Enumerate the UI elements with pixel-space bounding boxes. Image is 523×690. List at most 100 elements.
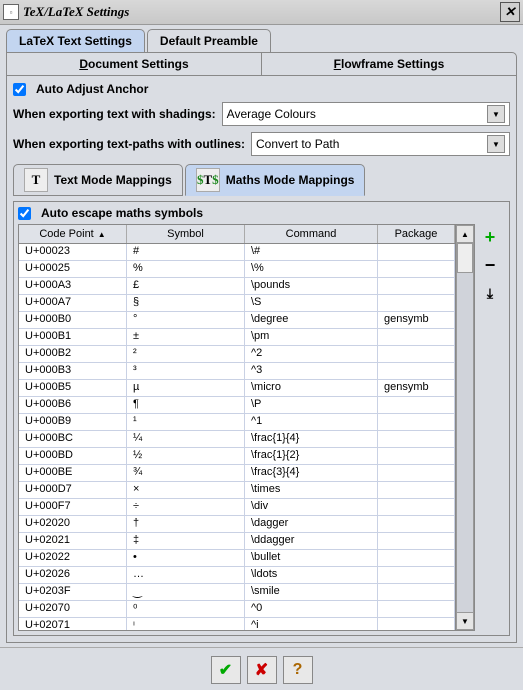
- cell-code: U+000F7: [19, 499, 127, 515]
- cell-sym: …: [127, 567, 245, 583]
- col-code-point[interactable]: Code Point▲: [19, 225, 127, 243]
- table-row[interactable]: U+000A7§\S: [19, 295, 455, 312]
- table-row[interactable]: U+02022•\bullet: [19, 550, 455, 567]
- cell-code: U+000B9: [19, 414, 127, 430]
- mode-tabs: T Text Mode Mappings $T$ Maths Mode Mapp…: [13, 162, 510, 196]
- cell-code: U+02070: [19, 601, 127, 617]
- scroll-track[interactable]: [456, 243, 474, 612]
- table-row[interactable]: U+00025%\%: [19, 261, 455, 278]
- cell-pkg: [378, 516, 455, 532]
- cell-pkg: [378, 601, 455, 617]
- side-buttons: + − ⤓: [475, 224, 505, 631]
- table-row[interactable]: U+000BC¼\frac{1}{4}: [19, 431, 455, 448]
- cell-code: U+000B1: [19, 329, 127, 345]
- cell-cmd: \ldots: [245, 567, 378, 583]
- auto-escape-checkbox[interactable]: [18, 207, 31, 220]
- tab-maths-mode-mappings[interactable]: $T$ Maths Mode Mappings: [185, 164, 366, 196]
- tab-text-mode-mappings[interactable]: T Text Mode Mappings: [13, 164, 183, 196]
- cell-code: U+02020: [19, 516, 127, 532]
- cell-pkg: [378, 278, 455, 294]
- cell-cmd: \ddagger: [245, 533, 378, 549]
- mappings-table: Code Point▲ Symbol Command Package U+000…: [18, 224, 456, 631]
- table-row[interactable]: U+000F7÷\div: [19, 499, 455, 516]
- cell-pkg: [378, 397, 455, 413]
- maths-mode-label: Maths Mode Mappings: [226, 173, 355, 187]
- cell-cmd: ^0: [245, 601, 378, 617]
- table-row[interactable]: U+000B0°\degreegensymb: [19, 312, 455, 329]
- scroll-down-icon[interactable]: ▼: [456, 612, 474, 630]
- footer: ✔ ✘ ?: [0, 647, 523, 690]
- add-button[interactable]: +: [479, 226, 501, 248]
- scroll-thumb[interactable]: [457, 243, 473, 273]
- app-icon: ▫: [3, 4, 19, 20]
- outlines-combo[interactable]: Convert to Path ▼: [251, 132, 510, 156]
- table-row[interactable]: U+000B9¹^1: [19, 414, 455, 431]
- table-row[interactable]: U+000B5µ\microgensymb: [19, 380, 455, 397]
- cell-code: U+000B2: [19, 346, 127, 362]
- cell-sym: ⁰: [127, 601, 245, 617]
- cell-code: U+02071: [19, 618, 127, 630]
- cell-code: U+000D7: [19, 482, 127, 498]
- sort-asc-icon: ▲: [98, 230, 106, 239]
- table-row[interactable]: U+000BE¾\frac{3}{4}: [19, 465, 455, 482]
- cell-pkg: gensymb: [378, 380, 455, 396]
- table-row[interactable]: U+02021‡\ddagger: [19, 533, 455, 550]
- table-body: U+00023#\#U+00025%\%U+000A3£\poundsU+000…: [19, 244, 455, 630]
- shadings-combo[interactable]: Average Colours ▼: [222, 102, 510, 126]
- cell-code: U+00025: [19, 261, 127, 277]
- cancel-button[interactable]: ✘: [247, 656, 277, 684]
- tab-default-preamble[interactable]: Default Preamble: [147, 29, 271, 52]
- cell-cmd: \#: [245, 244, 378, 260]
- table-row[interactable]: U+02070⁰^0: [19, 601, 455, 618]
- cell-cmd: \S: [245, 295, 378, 311]
- scroll-up-icon[interactable]: ▲: [456, 225, 474, 243]
- table-row[interactable]: U+02026…\ldots: [19, 567, 455, 584]
- cell-pkg: [378, 567, 455, 583]
- table-row[interactable]: U+000BD½\frac{1}{2}: [19, 448, 455, 465]
- table-row[interactable]: U+0203F‿\smile: [19, 584, 455, 601]
- cell-sym: µ: [127, 380, 245, 396]
- cell-code: U+02021: [19, 533, 127, 549]
- table-row[interactable]: U+00023#\#: [19, 244, 455, 261]
- chevron-down-icon[interactable]: ▼: [487, 135, 505, 153]
- tab-document-settings[interactable]: Document Settings: [7, 53, 262, 75]
- cell-cmd: \frac{1}{2}: [245, 448, 378, 464]
- cell-sym: ²: [127, 346, 245, 362]
- table-row[interactable]: U+000B1±\pm: [19, 329, 455, 346]
- tab-flowframe-settings[interactable]: Flowframe Settings: [262, 53, 516, 75]
- auto-adjust-row: Auto Adjust Anchor: [13, 82, 510, 96]
- cell-cmd: \%: [245, 261, 378, 277]
- cell-code: U+000BC: [19, 431, 127, 447]
- table-row[interactable]: U+000A3£\pounds: [19, 278, 455, 295]
- tab-latex-text-settings[interactable]: LaTeX Text Settings: [6, 29, 145, 52]
- auto-adjust-label: Auto Adjust Anchor: [36, 82, 148, 96]
- col-command[interactable]: Command: [245, 225, 378, 243]
- table-row[interactable]: U+02020†\dagger: [19, 516, 455, 533]
- import-button[interactable]: ⤓: [479, 282, 501, 304]
- table-row[interactable]: U+000B2²^2: [19, 346, 455, 363]
- cell-pkg: [378, 414, 455, 430]
- cell-code: U+000B5: [19, 380, 127, 396]
- shadings-row: When exporting text with shadings: Avera…: [13, 102, 510, 126]
- cell-pkg: [378, 465, 455, 481]
- cell-pkg: [378, 550, 455, 566]
- cell-pkg: [378, 584, 455, 600]
- secondary-tabs: Document Settings Flowframe Settings: [6, 52, 517, 76]
- remove-button[interactable]: −: [479, 254, 501, 276]
- col-package[interactable]: Package: [378, 225, 455, 243]
- cell-cmd: \pm: [245, 329, 378, 345]
- cell-pkg: [378, 363, 455, 379]
- table-header: Code Point▲ Symbol Command Package: [19, 225, 455, 244]
- table-row[interactable]: U+000B3³^3: [19, 363, 455, 380]
- auto-adjust-checkbox[interactable]: [13, 83, 26, 96]
- table-row[interactable]: U+000D7×\times: [19, 482, 455, 499]
- cell-cmd: \smile: [245, 584, 378, 600]
- chevron-down-icon[interactable]: ▼: [487, 105, 505, 123]
- help-button[interactable]: ?: [283, 656, 313, 684]
- ok-button[interactable]: ✔: [211, 656, 241, 684]
- vertical-scrollbar[interactable]: ▲ ▼: [456, 224, 475, 631]
- table-row[interactable]: U+000B6¶\P: [19, 397, 455, 414]
- close-icon[interactable]: ✕: [500, 2, 520, 22]
- col-symbol[interactable]: Symbol: [127, 225, 245, 243]
- table-row[interactable]: U+02071ⁱ^i: [19, 618, 455, 630]
